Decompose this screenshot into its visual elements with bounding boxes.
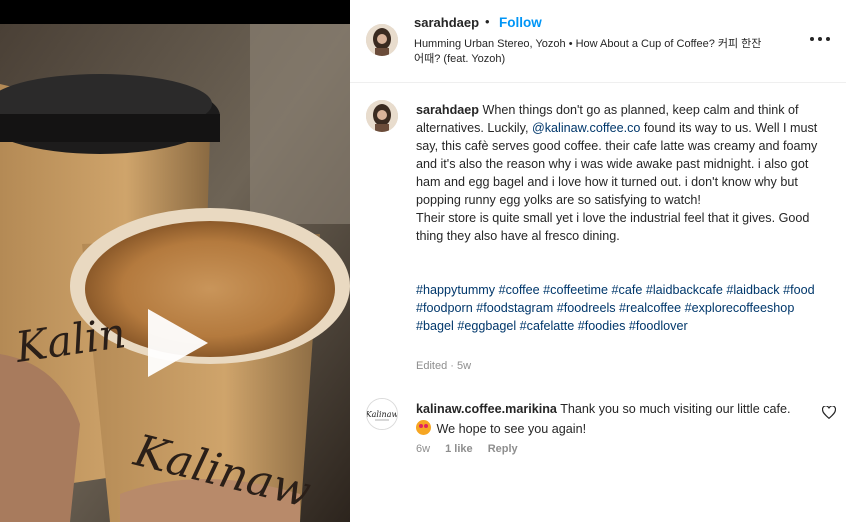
avatar[interactable] <box>366 100 398 132</box>
commenter-logo-text: Kalinaw <box>367 410 397 419</box>
play-icon[interactable] <box>138 305 214 381</box>
coffee-cups-image: Kalin Kalinaw <box>0 24 350 522</box>
star-struck-emoji-icon <box>416 420 431 435</box>
comment-username[interactable]: kalinaw.coffee.marikina <box>416 402 557 416</box>
heart-icon[interactable] <box>821 405 837 420</box>
comment-text: Thank you so much visiting our little ca… <box>556 402 791 416</box>
post-header: sarahdaep • Follow Humming Urban Stereo,… <box>350 0 846 83</box>
instagram-post-modal: Kalin Kalinaw sarahdaep • Follow Humming <box>0 0 846 522</box>
caption-hashtags[interactable]: #happytummy #coffee #coffeetime #cafe #l… <box>416 281 826 335</box>
reply-button[interactable]: Reply <box>488 443 518 455</box>
avatar[interactable] <box>366 24 398 56</box>
comment-age: 6w <box>416 443 431 455</box>
separator-dot: • <box>485 14 490 29</box>
caption-username[interactable]: sarahdaep <box>416 103 479 117</box>
comment-likes[interactable]: 1 like <box>445 443 473 455</box>
follow-button[interactable]: Follow <box>499 15 542 30</box>
avatar[interactable]: Kalinaw <box>366 398 398 430</box>
edited-timestamp: Edited · 5w <box>416 360 472 372</box>
post-video[interactable]: Kalin Kalinaw <box>0 24 350 522</box>
comment: kalinaw.coffee.marikina Thank you so muc… <box>416 399 806 439</box>
post-caption: sarahdaep When things don't go as planne… <box>416 101 826 245</box>
post-details-panel: sarahdaep • Follow Humming Urban Stereo,… <box>350 0 846 522</box>
caption-text: Their store is quite small yet i love th… <box>416 211 810 243</box>
caption-mention-link[interactable]: @kalinaw.coffee.co <box>532 121 640 135</box>
more-horizontal-icon[interactable] <box>810 32 832 46</box>
post-author-username[interactable]: sarahdaep <box>414 15 479 30</box>
comment-meta: 6w 1 like Reply <box>416 443 530 455</box>
comment-text: We hope to see you again! <box>433 422 587 436</box>
audio-track[interactable]: Humming Urban Stereo, Yozoh • How About … <box>414 37 774 67</box>
